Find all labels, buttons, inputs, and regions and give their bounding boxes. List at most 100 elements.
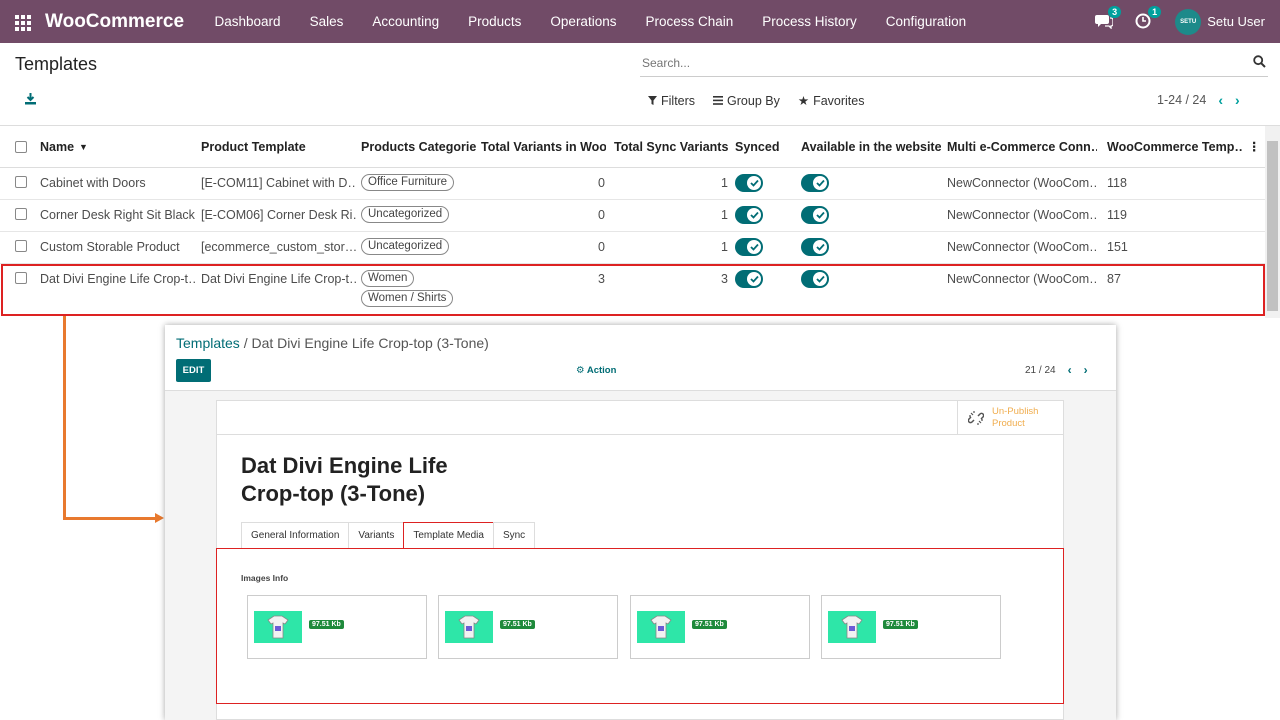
column-connector[interactable]: Multi e-Commerce Conn… [947,126,1097,167]
list-icon [713,96,724,105]
image-card[interactable]: 97.51 Kb [438,595,618,659]
image-card[interactable]: 97.51 Kb [247,595,427,659]
row-checkbox[interactable] [15,272,27,284]
check-icon [749,243,759,251]
column-products-categories[interactable]: Products Categories [361,126,476,167]
sort-down-icon: ▼ [79,141,88,152]
favorites-button[interactable]: ★ Favorites [798,93,865,109]
pager-value[interactable]: 1-24 / 24 [1157,93,1206,107]
column-product-template[interactable]: Product Template [201,126,356,167]
pager-prev-icon[interactable]: ‹ [1218,92,1223,108]
cell-product-template: [ecommerce_custom_stor… [201,240,356,254]
messages-count-badge: 3 [1108,5,1122,18]
menu-process-chain[interactable]: Process Chain [631,14,748,29]
list-pager: 1-24 / 24 ‹ › [1157,92,1240,108]
synced-toggle[interactable] [735,238,763,256]
column-synced[interactable]: Synced [735,126,795,167]
row-checkbox[interactable] [15,240,27,252]
synced-toggle[interactable] [735,270,763,288]
list-scrollbar[interactable] [1265,126,1280,318]
pager-next-icon[interactable]: › [1235,92,1240,108]
images-info-label: Images Info [241,573,289,583]
unpublish-button[interactable]: Un-Publish Product [957,401,1063,435]
app-brand[interactable]: WooCommerce [45,11,184,33]
menu-operations[interactable]: Operations [536,14,631,29]
table-row[interactable]: Dat Divi Engine Life Crop-t… Dat Divi En… [0,264,1265,317]
cell-total-sync: 3 [721,272,728,286]
website-toggle[interactable] [801,270,829,288]
record-pager-value[interactable]: 21 / 24 [1025,365,1056,376]
image-size-badge: 97.51 Kb [500,620,535,629]
category-tag: Women [361,270,415,287]
check-icon [815,275,825,283]
filters-label: Filters [661,93,696,108]
menu-accounting[interactable]: Accounting [358,14,454,29]
image-size-badge: 97.51 Kb [309,620,344,629]
image-card[interactable]: 97.51 Kb [630,595,810,659]
table-header: Name ▼ Product Template Products Categori… [0,126,1265,168]
website-toggle[interactable] [801,238,829,256]
breadcrumb-templates-link[interactable]: Templates [176,335,240,351]
table-row[interactable]: Corner Desk Right Sit Black [E-COM06] Co… [0,200,1265,232]
table-row[interactable]: Cabinet with Doors [E-COM11] Cabinet wit… [0,168,1265,200]
unpublish-label: Un-Publish Product [992,406,1039,429]
tab-variants[interactable]: Variants [348,522,405,548]
record-prev-icon[interactable]: ‹ [1068,363,1072,377]
edit-button[interactable]: EDIT [176,359,211,382]
tshirt-icon [267,615,289,639]
filters-button[interactable]: Filters [648,93,695,108]
synced-toggle[interactable] [735,174,763,192]
select-all-checkbox[interactable] [15,140,27,153]
cell-woo-template: 118 [1107,176,1127,190]
form-tabs: General Information Variants Template Me… [241,522,536,548]
menu-sales[interactable]: Sales [295,14,358,29]
search-input[interactable] [640,51,1230,75]
column-available-website[interactable]: Available in the website [801,126,941,167]
menu-configuration[interactable]: Configuration [871,14,980,29]
record-pager: 21 / 24 ‹ › [1025,363,1088,377]
cell-total-sync: 1 [721,208,728,222]
action-label: Action [586,365,617,376]
action-button[interactable]: ⚙ Action [576,365,616,376]
tab-template-media[interactable]: Template Media [403,522,494,548]
category-tag: Uncategorized [361,206,450,223]
search-icon[interactable] [1253,55,1266,68]
user-menu[interactable]: Setu User [1207,14,1265,29]
menu-products[interactable]: Products [454,14,536,29]
synced-toggle[interactable] [735,206,763,224]
tab-general-information[interactable]: General Information [241,522,350,548]
column-name[interactable]: Name ▼ [40,126,196,167]
menu-dashboard[interactable]: Dashboard [200,14,295,29]
table-row[interactable]: Custom Storable Product [ecommerce_custo… [0,232,1265,264]
activities-count-badge: 1 [1148,5,1162,18]
user-avatar[interactable]: SETU [1175,8,1202,35]
apps-menu-icon[interactable] [15,14,31,31]
group-by-label: Group By [727,93,780,108]
image-card[interactable]: 97.51 Kb [821,595,1001,659]
download-icon[interactable] [24,92,37,105]
column-woo-template[interactable]: WooCommerce Temp… [1107,126,1242,167]
record-next-icon[interactable]: › [1084,363,1088,377]
row-checkbox[interactable] [15,208,27,220]
column-total-variants[interactable]: Total Variants in Woo [481,126,606,167]
column-total-sync[interactable]: Total Sync Variants [614,126,729,167]
smart-buttons-bar: Un-Publish Product [217,401,1063,435]
cell-woo-template: 87 [1107,272,1121,286]
callout-arrow-line [63,517,155,520]
menu-process-history[interactable]: Process History [748,14,872,29]
check-icon [749,275,759,283]
group-by-button[interactable]: Group By [713,93,780,108]
row-checkbox[interactable] [15,176,27,188]
tab-sync[interactable]: Sync [492,522,536,548]
website-toggle[interactable] [801,206,829,224]
product-thumbnail [254,611,302,643]
website-toggle[interactable] [801,174,829,192]
scrollbar-thumb[interactable] [1267,141,1278,311]
check-icon [749,211,759,219]
cell-connector: NewConnector (WooCom… [947,240,1097,254]
tshirt-icon [650,615,672,639]
column-options-icon[interactable]: ⋮ [1248,126,1260,167]
activities-button[interactable]: 1 [1135,5,1162,31]
cell-total-variants: 0 [598,240,605,254]
messages-button[interactable]: 3 [1095,5,1122,31]
